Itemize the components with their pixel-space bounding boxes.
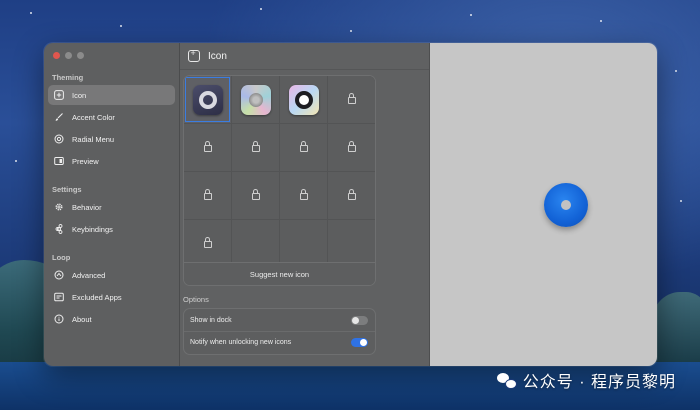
icon-cell[interactable]: [280, 124, 327, 171]
sidebar-sections: Theming Icon Accent Color Radial Menu Previe…: [44, 73, 179, 329]
sidebar-item-label: Radial Menu: [72, 134, 115, 144]
option-show-in-dock: Show in dock: [184, 309, 375, 331]
excluded-apps-icon: [54, 292, 64, 302]
lock-icon: [252, 189, 260, 200]
option-label: Notify when unlocking new icons: [190, 339, 292, 346]
sidebar-item-label: Excluded Apps: [72, 292, 122, 302]
icon-cell[interactable]: [184, 76, 231, 123]
icon-cell[interactable]: [184, 124, 231, 171]
sidebar-item-advanced[interactable]: Advanced: [48, 265, 175, 285]
option-label: Show in dock: [190, 316, 232, 324]
sidebar-section-label: Settings: [52, 185, 82, 194]
option-notify-unlock: Notify when unlocking new icons: [184, 331, 375, 353]
loop-app-icon: [240, 84, 271, 115]
window-controls: [53, 52, 84, 59]
icon-cell[interactable]: [328, 172, 375, 219]
lock-icon: [300, 189, 308, 200]
lock-icon: [348, 93, 356, 104]
icon-panel: Icon Suggest new icon Options Show in do…: [180, 43, 430, 366]
star: [120, 25, 122, 27]
minimize-button[interactable]: [65, 52, 72, 59]
icon-cell: [280, 220, 327, 267]
icon-grid: [184, 76, 375, 267]
sidebar-section-label: Loop: [52, 253, 71, 262]
icon-cell[interactable]: [184, 220, 231, 267]
sidebar-item-label: Icon: [72, 90, 87, 100]
suggest-icon-button[interactable]: Suggest new icon: [184, 262, 375, 285]
preview-pane: [430, 43, 657, 366]
notify-unlock-toggle[interactable]: [351, 338, 368, 347]
icon-cell[interactable]: [232, 124, 279, 171]
lock-icon: [204, 141, 212, 152]
info-bubble-icon: [54, 314, 64, 324]
star: [30, 12, 32, 14]
star: [350, 30, 352, 32]
gear-icon: [54, 202, 64, 212]
sidebar-item-label: Preview: [72, 156, 99, 166]
icon-cell[interactable]: [232, 76, 279, 123]
icon-cell[interactable]: [280, 172, 327, 219]
icon-cell[interactable]: [280, 76, 327, 123]
sidebar-item-preview[interactable]: Preview: [48, 151, 175, 171]
icon-cell[interactable]: [184, 172, 231, 219]
sidebar-item-label: Behavior: [72, 202, 102, 212]
star: [260, 8, 262, 10]
close-button[interactable]: [53, 52, 60, 59]
sidebar-item-label: Advanced: [72, 270, 106, 280]
star: [680, 200, 682, 202]
sidebar-item-behavior[interactable]: Behavior: [48, 197, 175, 217]
radial-icon: [54, 134, 64, 144]
lock-icon: [204, 189, 212, 200]
show-in-dock-toggle[interactable]: [351, 315, 368, 325]
star: [15, 160, 17, 162]
sidebar-item-accent-color[interactable]: Accent Color: [48, 107, 175, 127]
sidebar-item-keybindings[interactable]: Keybindings: [48, 219, 175, 239]
star: [675, 70, 677, 72]
loop-app-icon: [192, 84, 223, 115]
preview-icon: [54, 156, 64, 166]
lock-icon: [300, 141, 308, 152]
app-icon: [54, 90, 64, 100]
loop-app-icon: [288, 84, 319, 115]
lock-icon: [252, 141, 260, 152]
options-box: Show in dock Notify when unlocking new i…: [183, 308, 376, 355]
lock-icon: [204, 237, 212, 248]
sidebar-item-excluded-apps[interactable]: Excluded Apps: [48, 287, 175, 307]
icon-cell[interactable]: [232, 172, 279, 219]
advanced-icon: [54, 270, 64, 280]
lock-icon: [348, 141, 356, 152]
wechat-icon: [496, 372, 517, 389]
icon-grid-box: Suggest new icon: [183, 75, 376, 286]
panel-header: Icon: [180, 43, 429, 70]
background-island: [650, 292, 700, 362]
sidebar-item-label: Accent Color: [72, 112, 115, 122]
options-heading: Options: [183, 295, 209, 304]
paintbrush-icon: [54, 112, 64, 122]
icon-cell[interactable]: [328, 76, 375, 123]
page-title: Icon: [208, 50, 227, 62]
watermark: 公众号 · 程序员黎明: [496, 368, 676, 392]
lock-icon: [348, 189, 356, 200]
sidebar-item-about[interactable]: About: [48, 309, 175, 329]
star: [470, 14, 472, 16]
app-icon: [188, 48, 200, 62]
sidebar-item-icon[interactable]: Icon: [48, 85, 175, 105]
sidebar-item-label: Keybindings: [72, 224, 113, 234]
sidebar-item-radial-menu[interactable]: Radial Menu: [48, 129, 175, 149]
icon-cell: [232, 220, 279, 267]
watermark-text: 公众号 · 程序员黎明: [522, 374, 676, 391]
icon-cell: [328, 220, 375, 267]
command-icon: [54, 224, 64, 234]
radial-menu-preview: [544, 183, 588, 227]
star: [600, 20, 602, 22]
settings-window: Theming Icon Accent Color Radial Menu Previe…: [44, 43, 657, 366]
zoom-button[interactable]: [77, 52, 84, 59]
sidebar: Theming Icon Accent Color Radial Menu Previe…: [44, 43, 180, 366]
sidebar-section-label: Theming: [52, 73, 84, 82]
icon-cell[interactable]: [328, 124, 375, 171]
sidebar-item-label: About: [72, 314, 92, 324]
